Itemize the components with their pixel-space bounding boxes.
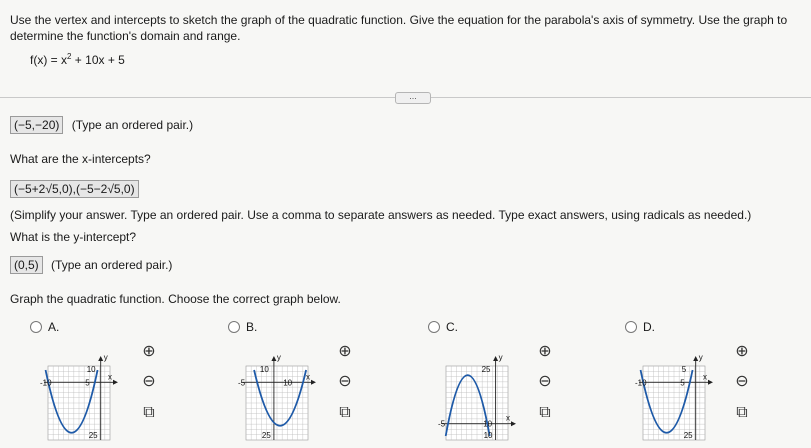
zoom-in-icon[interactable]: ⊕ bbox=[140, 342, 158, 360]
zoom-in-icon[interactable]: ⊕ bbox=[733, 342, 751, 360]
open-window-icon-glyph: ⧉ bbox=[736, 404, 748, 421]
option-radio-row[interactable]: C. bbox=[428, 320, 458, 334]
zoom-in-icon-glyph: ⊕ bbox=[538, 343, 552, 360]
x-axis-arrow bbox=[708, 379, 713, 385]
graph-prompt: Graph the quadratic function. Choose the… bbox=[10, 292, 341, 306]
tick-label: 10 bbox=[283, 378, 292, 387]
y-axis-arrow bbox=[271, 356, 277, 361]
zoom-in-icon-glyph: ⊕ bbox=[735, 343, 749, 360]
x-axis-arrow bbox=[311, 379, 316, 385]
vertex-note: (Type an ordered pair.) bbox=[71, 118, 194, 132]
y-intercept-answer[interactable]: (0,5) bbox=[10, 256, 43, 274]
x-intercepts-note: (Simplify your answer. Type an ordered p… bbox=[10, 208, 752, 222]
function-lhs: f(x) = x bbox=[30, 53, 68, 67]
option-label: C. bbox=[446, 320, 458, 334]
tick-label: -5 bbox=[438, 420, 446, 429]
option-radio-row[interactable]: A. bbox=[30, 320, 59, 334]
option-label: B. bbox=[246, 320, 258, 334]
tick-label: -10 bbox=[40, 378, 52, 387]
open-window-icon-glyph: ⧉ bbox=[539, 404, 551, 421]
zoom-out-icon-glyph: ⊖ bbox=[142, 373, 156, 390]
y-axis-label: y bbox=[104, 353, 108, 362]
tick-label: 10 bbox=[260, 365, 269, 374]
zoom-in-icon-glyph: ⊕ bbox=[142, 343, 156, 360]
zoom-out-icon-glyph: ⊖ bbox=[735, 373, 749, 390]
y-axis-arrow bbox=[493, 356, 499, 361]
option-label: A. bbox=[48, 320, 60, 334]
y-intercept-question: What is the y-intercept? bbox=[10, 230, 137, 244]
zoom-in-icon-glyph: ⊕ bbox=[338, 343, 352, 360]
function-rhs: + 10x + 5 bbox=[71, 53, 125, 67]
y-axis-label: y bbox=[499, 353, 503, 362]
x-axis-label: x bbox=[306, 372, 310, 381]
y-axis-arrow bbox=[693, 356, 699, 361]
tick-label: -10 bbox=[635, 378, 647, 387]
option-radio-row[interactable]: B. bbox=[228, 320, 257, 334]
tick-label: 10 bbox=[483, 420, 492, 429]
x-axis-label: x bbox=[506, 414, 510, 423]
open-window-icon[interactable]: ⧉ bbox=[536, 404, 554, 422]
zoom-out-icon[interactable]: ⊖ bbox=[336, 372, 354, 390]
open-window-icon[interactable]: ⧉ bbox=[336, 404, 354, 422]
radio-button[interactable] bbox=[428, 321, 440, 333]
radio-button[interactable] bbox=[30, 321, 42, 333]
x-intercepts-question: What are the x-intercepts? bbox=[10, 152, 151, 166]
zoom-in-icon[interactable]: ⊕ bbox=[536, 342, 554, 360]
zoom-out-icon-glyph: ⊖ bbox=[538, 373, 552, 390]
function-expression: f(x) = x2 + 10x + 5 bbox=[30, 52, 125, 67]
zoom-out-icon[interactable]: ⊖ bbox=[140, 372, 158, 390]
open-window-icon-glyph: ⧉ bbox=[143, 404, 155, 421]
x-axis-arrow bbox=[113, 379, 118, 385]
zoom-out-icon-glyph: ⊖ bbox=[338, 373, 352, 390]
x-axis-arrow bbox=[511, 421, 516, 427]
open-window-icon[interactable]: ⧉ bbox=[733, 404, 751, 422]
tick-label: -5 bbox=[238, 378, 246, 387]
graph-option-c[interactable]: C. y x 25 -5 10 10 ⊕ ⊖ ⧉ bbox=[428, 320, 552, 441]
radio-button[interactable] bbox=[228, 321, 240, 333]
tick-label: 10 bbox=[484, 431, 493, 440]
zoom-out-icon[interactable]: ⊖ bbox=[733, 372, 751, 390]
option-radio-row[interactable]: D. bbox=[625, 320, 655, 334]
x-axis-label: x bbox=[703, 372, 707, 381]
x-axis-label: x bbox=[108, 372, 112, 381]
y-axis-label: y bbox=[277, 353, 281, 362]
zoom-out-icon[interactable]: ⊖ bbox=[536, 372, 554, 390]
tick-label: 25 bbox=[684, 431, 693, 440]
tick-label: 25 bbox=[262, 431, 271, 440]
y-intercept-note: (Type an ordered pair.) bbox=[51, 258, 173, 272]
vertex-answer[interactable]: (−5,−20) bbox=[10, 116, 64, 134]
x-intercepts-row: (−5+2√5,0),(−5−2√5,0) bbox=[10, 180, 139, 198]
tick-label: 25 bbox=[89, 431, 98, 440]
tick-label: 25 bbox=[482, 365, 491, 374]
radio-button[interactable] bbox=[625, 321, 637, 333]
tick-label: 10 bbox=[87, 365, 96, 374]
option-label: D. bbox=[643, 320, 655, 334]
x-intercepts-answer[interactable]: (−5+2√5,0),(−5−2√5,0) bbox=[10, 180, 139, 198]
open-window-icon[interactable]: ⧉ bbox=[140, 404, 158, 422]
graph-option-d[interactable]: D. y x 5 -10 5 25 ⊕ ⊖ ⧉ bbox=[625, 320, 749, 441]
tick-label: 5 bbox=[85, 378, 90, 387]
y-intercept-row: (0,5) (Type an ordered pair.) bbox=[10, 256, 172, 274]
y-axis-label: y bbox=[699, 353, 703, 362]
graph-option-b[interactable]: B. y x 10 -5 10 25 ⊕ ⊖ ⧉ bbox=[228, 320, 352, 441]
zoom-in-icon[interactable]: ⊕ bbox=[336, 342, 354, 360]
y-axis-arrow bbox=[98, 356, 104, 361]
graph-option-a[interactable]: A. y x 10 -10 5 25 ⊕ ⊖ ⧉ bbox=[30, 320, 156, 441]
vertex-row: (−5,−20) (Type an ordered pair.) bbox=[10, 116, 193, 134]
problem-instruction: Use the vertex and intercepts to sketch … bbox=[10, 13, 788, 43]
show-more-button[interactable]: ... bbox=[395, 92, 431, 104]
open-window-icon-glyph: ⧉ bbox=[339, 404, 351, 421]
tick-label: 5 bbox=[682, 365, 687, 374]
tick-label: 5 bbox=[680, 378, 685, 387]
